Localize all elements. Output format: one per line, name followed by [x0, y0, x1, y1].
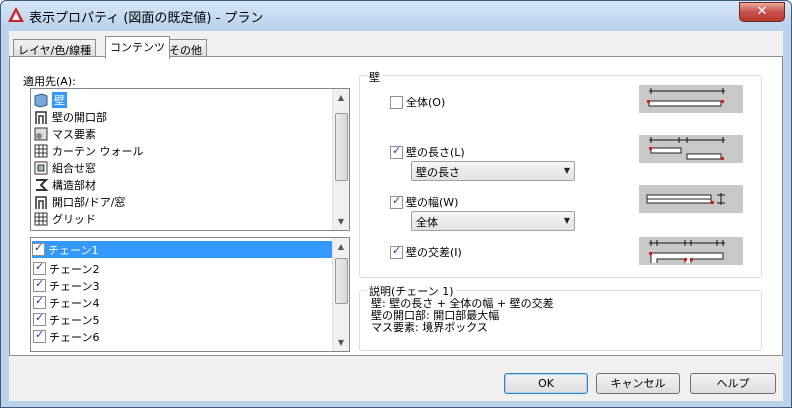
- wall-group-label: 壁: [367, 69, 382, 85]
- list-item-label: 壁: [52, 91, 67, 108]
- list-item-grid[interactable]: グリッド: [33, 210, 96, 227]
- list-item-label: チェーン3: [49, 279, 100, 293]
- list-item-structural-member[interactable]: 構造部材: [33, 176, 96, 193]
- wall-width-label: 壁の幅(W): [406, 196, 459, 209]
- chain-list[interactable]: チェーン1 チェーン2 チェーン3 チェーン4 チェーン5 チェーン6: [30, 237, 350, 352]
- scroll-thumb[interactable]: [335, 113, 348, 181]
- list-item-label: グリッド: [52, 212, 96, 226]
- object-list-scrollbar[interactable]: ▲ ▼: [332, 89, 349, 230]
- list-item-wall-opening[interactable]: 壁の開口部: [33, 108, 107, 125]
- wall-length-dropdown[interactable]: 壁の長さ ▼: [411, 161, 575, 181]
- opening-door-window-icon: [35, 195, 47, 209]
- chain-checkbox[interactable]: [33, 328, 46, 343]
- list-item-chain-2[interactable]: チェーン2: [33, 260, 99, 277]
- description-text: 壁: 壁の長さ + 全体の幅 + 壁の交差 壁の開口部: 開口部最大幅 マス要素…: [371, 297, 554, 334]
- wall-length-value: 壁の長さ: [416, 166, 460, 179]
- apply-to-label: 適用先(A):: [23, 75, 76, 88]
- dialog-window: 表示プロパティ (図面の既定値) - プラン ✕ レイヤ/色/線種 コンテンツ …: [0, 0, 792, 408]
- chevron-down-icon: ▼: [563, 166, 570, 175]
- wall-width-preview-image: [639, 185, 743, 213]
- list-item-label: 壁の開口部: [52, 110, 107, 124]
- wall-width-checkbox[interactable]: [390, 194, 403, 209]
- list-item-label: チェーン1: [48, 243, 99, 257]
- mass-element-icon: [34, 127, 48, 140]
- list-item-label: 構造部材: [52, 178, 96, 192]
- wall-intersection-preview-image: [639, 237, 743, 265]
- list-item-chain-3[interactable]: チェーン3: [33, 277, 99, 294]
- window-assembly-icon: [34, 161, 48, 174]
- list-item-chain-4[interactable]: チェーン4: [33, 294, 99, 311]
- chain-checkbox[interactable]: [33, 294, 46, 309]
- overall-option[interactable]: 全体(O): [390, 94, 445, 110]
- list-item-window-assembly[interactable]: 組合せ窓: [33, 159, 96, 176]
- wall-width-option[interactable]: 壁の幅(W): [390, 194, 458, 210]
- list-item-label: 組合せ窓: [52, 161, 96, 175]
- wall-intersection-label: 壁の交差(I): [406, 246, 462, 259]
- curtain-wall-icon: [34, 144, 48, 157]
- wall-length-checkbox[interactable]: [390, 144, 403, 159]
- scroll-up-icon[interactable]: ▲: [333, 89, 349, 106]
- scroll-down-icon[interactable]: ▼: [333, 334, 349, 351]
- list-item-chain-5[interactable]: チェーン5: [33, 311, 99, 328]
- wall-opening-icon: [35, 110, 47, 124]
- chain-checkbox[interactable]: [33, 277, 46, 292]
- list-item-label: チェーン5: [49, 313, 100, 327]
- overall-preview-image: [639, 85, 743, 113]
- title-bar[interactable]: 表示プロパティ (図面の既定値) - プラン ✕: [1, 1, 791, 29]
- list-item-label: チェーン2: [49, 262, 100, 276]
- list-item-label: チェーン6: [49, 330, 100, 344]
- overall-checkbox[interactable]: [390, 95, 403, 109]
- list-item-opening-door-window[interactable]: 開口部/ドア/窓: [33, 193, 125, 210]
- wall-length-preview-image: [639, 135, 743, 163]
- window-title: 表示プロパティ (図面の既定値) - プラン: [29, 11, 264, 26]
- chain-checkbox[interactable]: [32, 241, 45, 256]
- list-item-label: 開口部/ドア/窓: [52, 195, 126, 209]
- wall-intersection-option[interactable]: 壁の交差(I): [390, 244, 462, 260]
- chevron-down-icon: ▼: [563, 216, 570, 225]
- scroll-down-icon[interactable]: ▼: [333, 213, 349, 230]
- object-type-list[interactable]: 壁 壁の開口部 マス要素 カーテン ウォール 組合せ窓 構造部材 開口部/ドア/…: [30, 88, 350, 231]
- tab-contents[interactable]: コンテンツ: [105, 36, 170, 59]
- chain-list-scrollbar[interactable]: ▲ ▼: [332, 238, 349, 351]
- list-item-label: チェーン4: [49, 296, 100, 310]
- list-item-label: カーテン ウォール: [52, 144, 144, 158]
- structural-member-icon: [36, 178, 49, 191]
- wall-width-value: 全体: [416, 216, 438, 229]
- wall-length-option[interactable]: 壁の長さ(L): [390, 144, 465, 160]
- list-item-label: マス要素: [52, 127, 96, 141]
- list-item-wall[interactable]: 壁: [33, 91, 67, 108]
- chain-checkbox[interactable]: [33, 260, 46, 275]
- help-button[interactable]: ヘルプ: [690, 373, 776, 394]
- list-item-mass-element[interactable]: マス要素: [33, 125, 96, 142]
- list-item-curtain-wall[interactable]: カーテン ウォール: [33, 142, 144, 159]
- scroll-up-icon[interactable]: ▲: [333, 238, 349, 255]
- cancel-button[interactable]: キャンセル: [596, 373, 680, 394]
- close-button[interactable]: ✕: [739, 2, 785, 22]
- wall-intersection-checkbox[interactable]: [390, 244, 403, 259]
- autocad-architecture-icon: [8, 7, 24, 22]
- ok-button[interactable]: OK: [504, 373, 588, 394]
- overall-label: 全体(O): [406, 96, 446, 109]
- list-item-chain-6[interactable]: チェーン6: [33, 328, 99, 345]
- grid-icon: [34, 212, 48, 225]
- wall-icon: [34, 92, 48, 108]
- wall-length-label: 壁の長さ(L): [406, 146, 465, 159]
- wall-width-dropdown[interactable]: 全体 ▼: [411, 211, 575, 231]
- dialog-client-area: レイヤ/色/線種 コンテンツ その他 適用先(A): 壁 壁の開口部 マス要素 …: [9, 31, 783, 401]
- scroll-thumb[interactable]: [335, 258, 348, 304]
- list-item-chain-1[interactable]: チェーン1: [32, 241, 332, 258]
- chain-checkbox[interactable]: [33, 311, 46, 326]
